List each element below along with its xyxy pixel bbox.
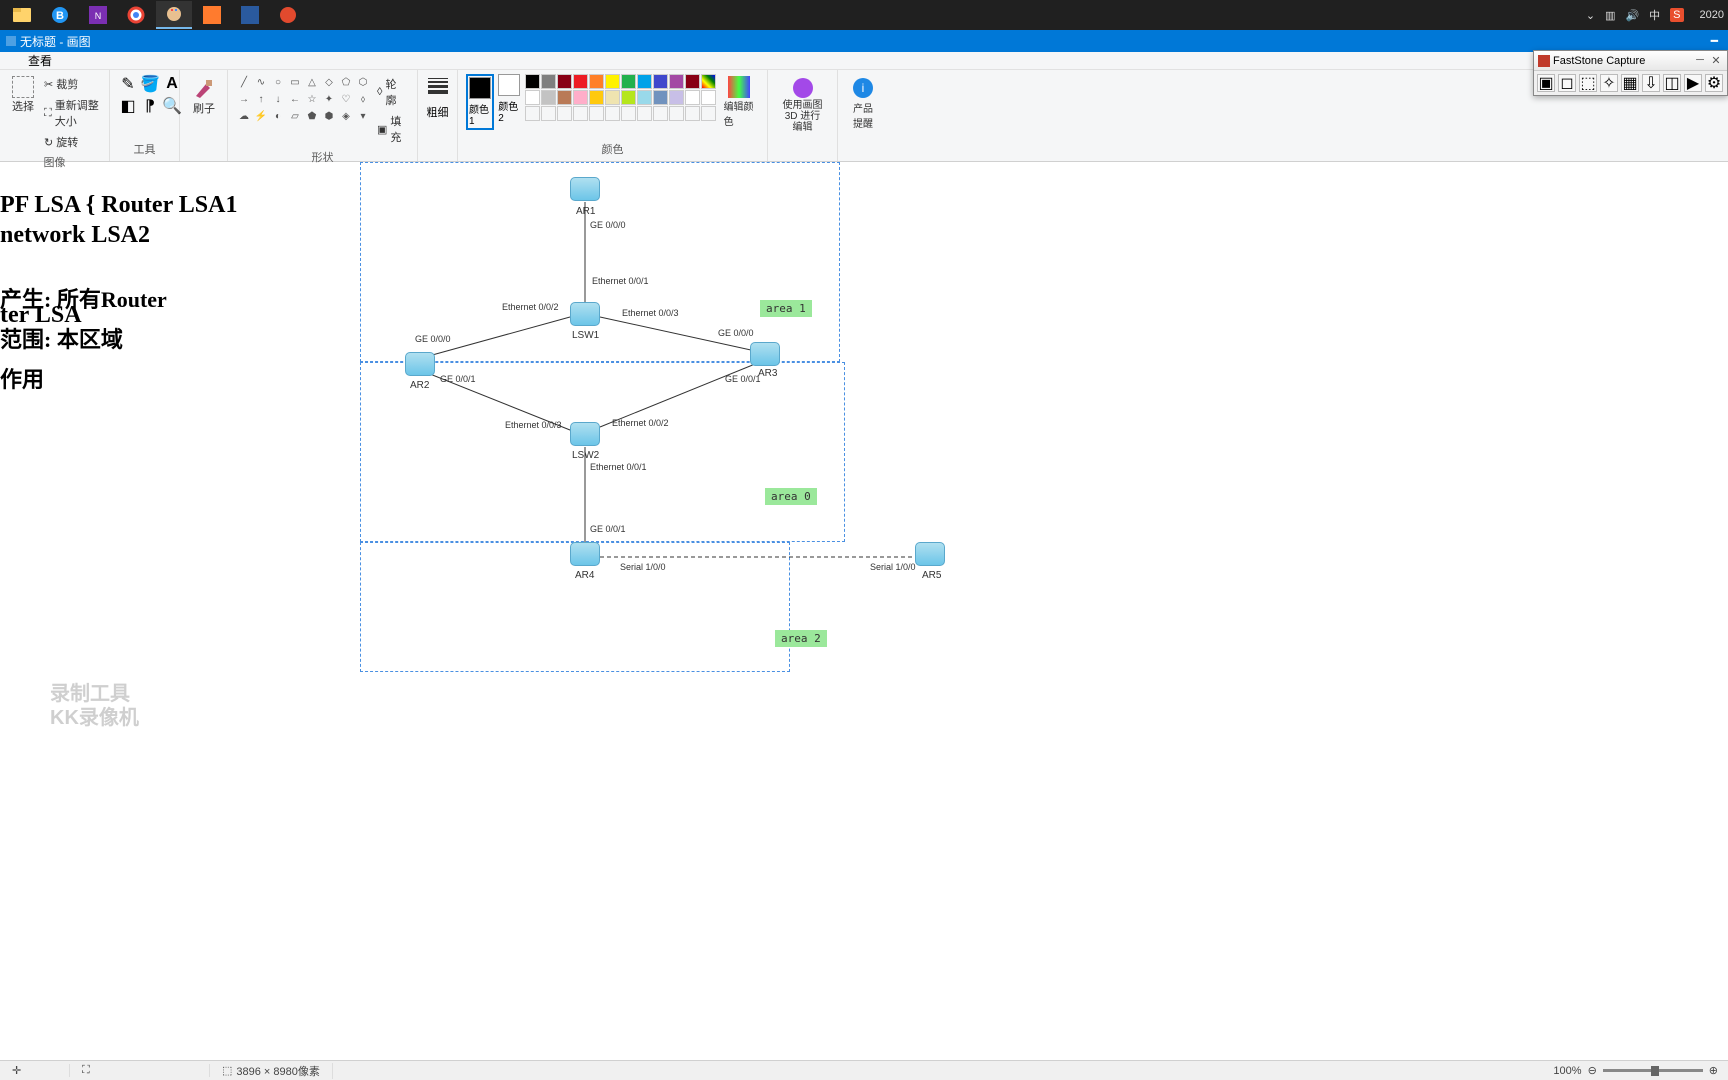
status-cursor-pos: ✛ xyxy=(0,1064,70,1077)
svg-text:B: B xyxy=(56,10,64,22)
eraser-tool[interactable]: ◧ xyxy=(118,96,138,116)
recorder-watermark: 录制工具 KK录像机 xyxy=(50,682,139,730)
menu-bar: 查看 xyxy=(0,52,1728,70)
canvas[interactable]: PF LSA { Router LSA1 network LSA2 ter LS… xyxy=(0,162,1728,1060)
shape-outline[interactable]: ◊轮廓 xyxy=(375,74,409,110)
window-titlebar: 无标题 - 画图 ━ xyxy=(0,30,1728,52)
fill-tool[interactable]: 🪣 xyxy=(140,74,160,94)
tray-ime-lang[interactable]: 中 xyxy=(1649,7,1660,23)
rotate-button[interactable]: ↻旋转 xyxy=(42,132,101,152)
handwriting-4: 产生: 所有Router xyxy=(0,282,167,314)
color-palette[interactable] xyxy=(525,74,716,121)
select-tool[interactable]: 选择 xyxy=(8,74,38,116)
node-ar3 xyxy=(750,342,780,366)
paint3d-button[interactable]: 使用画图 3D 进行编辑 xyxy=(776,74,829,135)
group-shapes: 形状 xyxy=(236,149,409,165)
faststone-icon xyxy=(1538,55,1550,67)
faststone-window[interactable]: FastStone Capture ─ ✕ ▣ ◻ ⬚ ✧ ▦ ⇩ ◫ ▶ ⚙ xyxy=(1533,50,1728,96)
fsc-capture-full[interactable]: ▦ xyxy=(1621,74,1639,92)
fsc-capture-scroll[interactable]: ⇩ xyxy=(1642,74,1660,92)
network-diagram: area 1 area 0 area 2 AR1 LSW1 AR2 AR3 LS… xyxy=(360,162,1060,862)
color2-button[interactable]: 颜色 2 xyxy=(498,74,520,124)
thickness-button[interactable] xyxy=(428,78,448,94)
svg-text:N: N xyxy=(95,11,102,21)
fsc-settings[interactable]: ⚙ xyxy=(1705,74,1723,92)
node-ar4 xyxy=(570,542,600,566)
taskbar-onenote[interactable]: N xyxy=(80,1,116,29)
group-colors: 颜色 xyxy=(466,141,759,157)
taskbar: B N ⌄ ▥ 🔊 中 S 2020 xyxy=(0,0,1728,30)
tray-network-icon[interactable]: ▥ xyxy=(1605,9,1615,22)
fsc-capture-fixed[interactable]: ◫ xyxy=(1663,74,1681,92)
fsc-capture-freehand[interactable]: ✧ xyxy=(1600,74,1618,92)
taskbar-app-b[interactable]: B xyxy=(42,1,78,29)
minimize-button[interactable]: ━ xyxy=(1711,34,1718,48)
group-tools: 工具 xyxy=(118,141,171,157)
crop-button[interactable]: ✂裁剪 xyxy=(42,74,101,94)
shape-fill[interactable]: ▣填充 xyxy=(375,111,409,147)
titlebar-menu-icon[interactable] xyxy=(6,36,16,46)
tray-ime-brand[interactable]: S xyxy=(1670,8,1683,22)
fsc-min-button[interactable]: ─ xyxy=(1693,54,1707,67)
node-ar2 xyxy=(405,352,435,376)
edit-colors-button[interactable]: 编辑颜色 xyxy=(720,74,759,130)
handwriting-5: 范围: 本区域 xyxy=(0,322,123,354)
taskbar-app-blue[interactable] xyxy=(232,1,268,29)
pencil-tool[interactable]: ✎ xyxy=(118,74,138,94)
taskbar-chrome[interactable] xyxy=(118,1,154,29)
fsc-capture-window[interactable]: ◻ xyxy=(1558,74,1576,92)
node-ar1 xyxy=(570,177,600,201)
product-alert-button[interactable]: i 产品提醒 xyxy=(846,74,880,132)
tray-clock[interactable]: 2020 xyxy=(1700,9,1724,21)
fsc-video[interactable]: ▶ xyxy=(1684,74,1702,92)
node-lsw1 xyxy=(570,302,600,326)
fsc-close-button[interactable]: ✕ xyxy=(1709,54,1723,67)
color1-button[interactable]: 颜色 1 xyxy=(466,74,494,130)
taskbar-app-orange[interactable] xyxy=(194,1,230,29)
text-tool[interactable]: A xyxy=(162,74,182,94)
resize-button[interactable]: ⛶重新调整大小 xyxy=(42,95,101,131)
shape-gallery[interactable]: ╱∿○▭△◇⬠⬡ →↑↓←☆✦♡⬨ ☁⚡◐▱⬟⬢◈▾ xyxy=(236,74,371,124)
faststone-title: FastStone Capture xyxy=(1553,55,1645,67)
node-lsw2 xyxy=(570,422,600,446)
zoom-slider[interactable] xyxy=(1603,1069,1703,1072)
taskbar-file-explorer[interactable] xyxy=(4,1,40,29)
zoom-level: 100% xyxy=(1553,1065,1581,1077)
zoom-in-button[interactable]: ⊕ xyxy=(1709,1064,1718,1077)
status-selection: ⛶ xyxy=(70,1064,210,1077)
brush-tool[interactable]: 刷子 xyxy=(188,74,220,118)
fsc-capture-active[interactable]: ▣ xyxy=(1537,74,1555,92)
eyedropper-tool[interactable]: ⁋ xyxy=(140,96,160,116)
node-ar5 xyxy=(915,542,945,566)
handwriting-2: network LSA2 xyxy=(0,222,150,249)
window-title: 无标题 - 画图 xyxy=(20,33,91,50)
group-image: 图像 xyxy=(8,154,101,170)
taskbar-paint[interactable] xyxy=(156,1,192,29)
ribbon: 选择 ✂裁剪 ⛶重新调整大小 ↻旋转 图像 ✎ 🪣 A ◧ ⁋ 🔍 工具 xyxy=(0,70,1728,162)
zoom-out-button[interactable]: ⊖ xyxy=(1588,1064,1597,1077)
handwriting-1: PF LSA { Router LSA1 xyxy=(0,192,237,219)
tray-volume-icon[interactable]: 🔊 xyxy=(1625,9,1639,22)
handwriting-6: 作用 xyxy=(0,362,44,394)
status-dimensions: ⬚ 3896 × 8980像素 xyxy=(210,1063,333,1079)
svg-text:i: i xyxy=(862,81,865,95)
taskbar-app-red[interactable] xyxy=(270,1,306,29)
tray-collapse-icon[interactable]: ⌄ xyxy=(1586,9,1595,22)
magnify-tool[interactable]: 🔍 xyxy=(162,96,182,116)
menu-view[interactable]: 查看 xyxy=(20,50,60,71)
fsc-capture-rect[interactable]: ⬚ xyxy=(1579,74,1597,92)
statusbar: ✛ ⛶ ⬚ 3896 × 8980像素 100% ⊖ ⊕ xyxy=(0,1060,1728,1080)
